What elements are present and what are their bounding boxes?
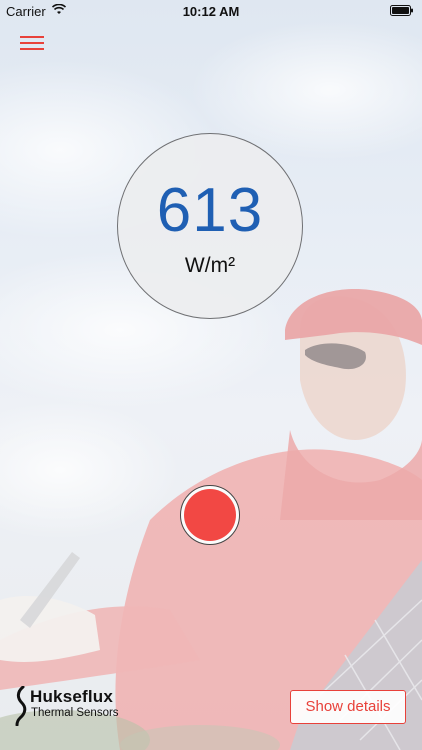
logo-subtitle: Thermal Sensors (31, 707, 119, 719)
app-screen: Carrier 10:12 AM 613 W/m² Hukseflux Ther… (0, 0, 422, 750)
battery-icon (390, 5, 413, 16)
status-bar: Carrier 10:12 AM (0, 0, 422, 22)
logo-mark-icon (15, 686, 27, 726)
logo-name: Hukseflux (30, 687, 114, 706)
irradiance-value: 613 (156, 176, 264, 245)
show-details-button[interactable]: Show details (290, 690, 406, 724)
irradiance-unit: W/m² (184, 254, 236, 277)
hamburger-menu-icon[interactable] (20, 36, 44, 50)
hukseflux-logo: Hukseflux Thermal Sensors (14, 686, 144, 726)
irradiance-readout: 613 W/m² (117, 133, 303, 319)
clock: 10:12 AM (182, 4, 240, 19)
background-photo (0, 20, 422, 750)
record-icon (184, 489, 236, 541)
record-button[interactable] (180, 485, 240, 545)
